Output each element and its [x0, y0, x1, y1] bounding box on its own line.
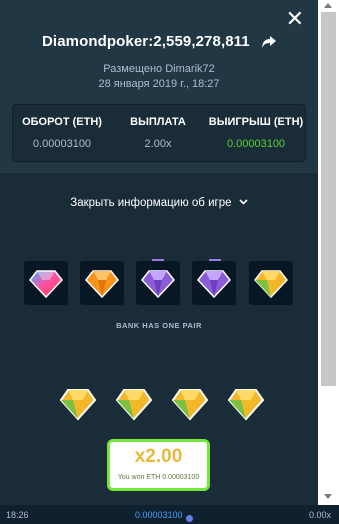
- turnover-value: 0.00003100: [32, 138, 92, 150]
- footer-multiplier: 0.00x: [309, 510, 332, 520]
- bank-result-label: BANK HAS ONE PAIR: [116, 321, 202, 330]
- payout-result-box: x2.00 You won ETH 0.00003100: [107, 439, 210, 491]
- payout-label: ВЫПЛАТА: [130, 116, 186, 128]
- win-label: ВЫИГРЫШ (ETH): [208, 116, 304, 128]
- won-amount-text: You won ETH 0.00003100: [117, 474, 200, 481]
- payout-value: 2.00x: [144, 138, 172, 150]
- bank-gem-rainbow: [24, 261, 68, 305]
- footer-bar: 18:26 0.00003100 0.00x: [0, 505, 339, 524]
- turnover-column: ОБОРОТ (ETH) 0.00003100: [13, 105, 111, 163]
- bet-title-row: Diamondpoker:2,559,278,811: [0, 33, 318, 52]
- bank-gem-yellow-green: [249, 261, 293, 305]
- chevron-down-icon: [235, 197, 248, 209]
- bet-details-modal: ✕ Diamondpoker:2,559,278,811 Размещено D…: [0, 0, 318, 505]
- page-title: Diamondpoker:2,559,278,811: [42, 33, 250, 50]
- footer-amount-wrap: 0.00003100: [135, 510, 193, 522]
- scroll-down-arrow-icon[interactable]: [324, 494, 332, 499]
- bank-gem-purple: [136, 261, 180, 305]
- player-gem-yellow-green: [112, 381, 156, 425]
- bet-summary-section: ✕ Diamondpoker:2,559,278,811 Размещено D…: [0, 0, 318, 173]
- payout-multiplier: x2.00: [134, 446, 183, 467]
- scroll-up-arrow-icon[interactable]: [324, 3, 332, 8]
- player-gem-yellow-green: [168, 381, 212, 425]
- close-game-info-toggle[interactable]: Закрыть информацию об игре: [0, 197, 318, 209]
- vertical-scrollbar[interactable]: [318, 0, 339, 505]
- bank-gem-orange: [80, 261, 124, 305]
- footer-time: 18:26: [6, 510, 29, 520]
- toggle-label: Закрыть информацию об игре: [70, 197, 232, 209]
- win-value: 0.00003100: [226, 138, 286, 150]
- placed-by-text: Размещено Dimarik72: [103, 63, 215, 75]
- scrollbar-thumb[interactable]: [321, 12, 336, 386]
- footer-amount: 0.00003100: [135, 510, 183, 520]
- bank-gem-purple: [192, 261, 236, 305]
- turnover-label: ОБОРОТ (ETH): [22, 116, 102, 128]
- eth-icon: [185, 515, 193, 522]
- bet-date: 28 января 2019 г., 18:27: [98, 78, 220, 90]
- stats-box: ОБОРОТ (ETH) 0.00003100 ВЫПЛАТА 2.00x ВЫ…: [12, 104, 306, 162]
- win-column: ВЫИГРЫШ (ETH) 0.00003100: [205, 105, 307, 163]
- close-icon[interactable]: ✕: [286, 8, 304, 30]
- player-gem-yellow-green: [56, 381, 100, 425]
- payout-column: ВЫПЛАТА 2.00x: [111, 105, 205, 163]
- player-gem-yellow-green: [224, 381, 268, 425]
- share-icon[interactable]: [262, 35, 276, 52]
